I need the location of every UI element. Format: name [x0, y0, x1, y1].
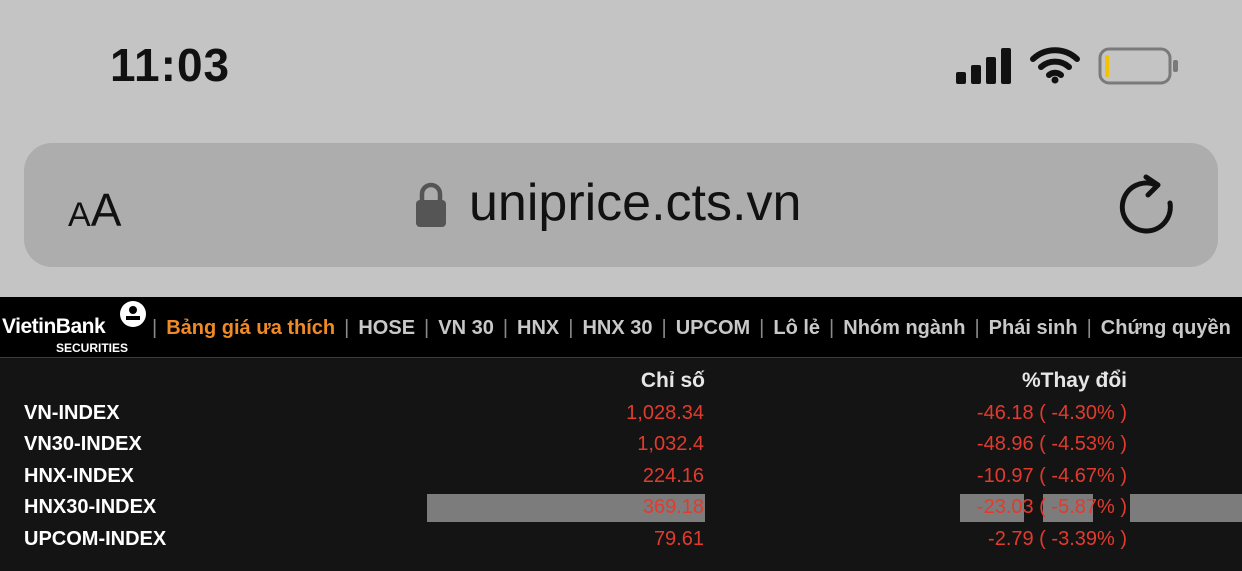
index-value: 369.18: [642, 496, 704, 518]
index-name: HNX30-INDEX: [24, 496, 157, 518]
price-board-page: VietinBank SECURITIES | Bảng giá ưa thíc…: [0, 297, 1242, 571]
lock-icon: [416, 182, 446, 227]
tab-warrants[interactable]: Chứng quyền: [1092, 317, 1240, 340]
logo-mark-icon: [120, 301, 146, 327]
logo-sub: SECURITIES: [56, 341, 129, 355]
table-row[interactable]: VN30-INDEX 1,032.4 -48.96 ( -4.53% ): [0, 429, 1242, 459]
column-header-change: %Thay đổi: [1021, 369, 1127, 392]
index-change: -23.03 ( -5.87% ): [976, 496, 1127, 518]
address-bar[interactable]: AA uniprice.cts.vn: [24, 143, 1218, 267]
cellular-signal-icon: [956, 48, 1011, 84]
index-value: 79.61: [653, 528, 704, 550]
tab-odd-lot[interactable]: Lô lẻ: [764, 317, 829, 340]
row-end-highlight: [1130, 494, 1242, 522]
status-bar: 11:03: [0, 0, 1242, 130]
text-size-button[interactable]: AA: [68, 183, 121, 237]
table-row[interactable]: HNX-INDEX 224.16 -10.97 ( -4.67% ): [0, 461, 1242, 491]
index-value: 1,028.34: [626, 402, 704, 424]
battery-icon: [1098, 47, 1178, 85]
market-tabs: | Bảng giá ưa thích | HOSE | VN 30 | HNX…: [152, 317, 1240, 340]
tab-derivatives[interactable]: Phái sinh: [980, 317, 1087, 340]
vietinbank-logo[interactable]: VietinBank SECURITIES: [0, 299, 152, 355]
index-name: HNX-INDEX: [24, 465, 135, 487]
logo-name: VietinBank: [2, 315, 106, 338]
tab-sectors[interactable]: Nhóm ngành: [834, 317, 974, 340]
tab-vn30[interactable]: VN 30: [429, 317, 503, 340]
table-row[interactable]: UPCOM-INDEX 79.61 -2.79 ( -3.39% ): [0, 524, 1242, 554]
tab-hnx30[interactable]: HNX 30: [573, 317, 661, 340]
index-change: -48.96 ( -4.53% ): [976, 433, 1127, 455]
clock: 11:03: [110, 39, 231, 91]
tab-upcom[interactable]: UPCOM: [667, 317, 759, 340]
tab-favorites[interactable]: Bảng giá ưa thích: [157, 317, 344, 340]
reload-icon[interactable]: [1116, 173, 1180, 237]
index-change: -10.97 ( -4.67% ): [976, 465, 1127, 487]
text-size-large-label: A: [90, 184, 122, 236]
text-size-small-label: A: [68, 196, 91, 234]
index-change: -2.79 ( -3.39% ): [988, 528, 1127, 550]
table-row[interactable]: VN-INDEX 1,028.34 -46.18 ( -4.30% ): [0, 398, 1242, 428]
index-change: -46.18 ( -4.30% ): [976, 402, 1127, 424]
index-name: VN30-INDEX: [24, 433, 142, 455]
wifi-icon: [1030, 47, 1080, 84]
table-row-highlighted[interactable]: HNX30-INDEX 369.18 -23.03 ( -5.87% ): [0, 492, 1242, 522]
index-value: 224.16: [642, 465, 704, 487]
index-value: 1,032.4: [637, 433, 704, 455]
tab-hnx[interactable]: HNX: [508, 317, 568, 340]
index-name: UPCOM-INDEX: [24, 528, 167, 550]
column-header-index: Chỉ số: [640, 369, 705, 392]
tab-hose[interactable]: HOSE: [349, 317, 424, 340]
index-name: VN-INDEX: [24, 402, 120, 424]
top-nav: VietinBank SECURITIES | Bảng giá ưa thíc…: [0, 297, 1242, 358]
url-text[interactable]: uniprice.cts.vn: [469, 173, 801, 233]
